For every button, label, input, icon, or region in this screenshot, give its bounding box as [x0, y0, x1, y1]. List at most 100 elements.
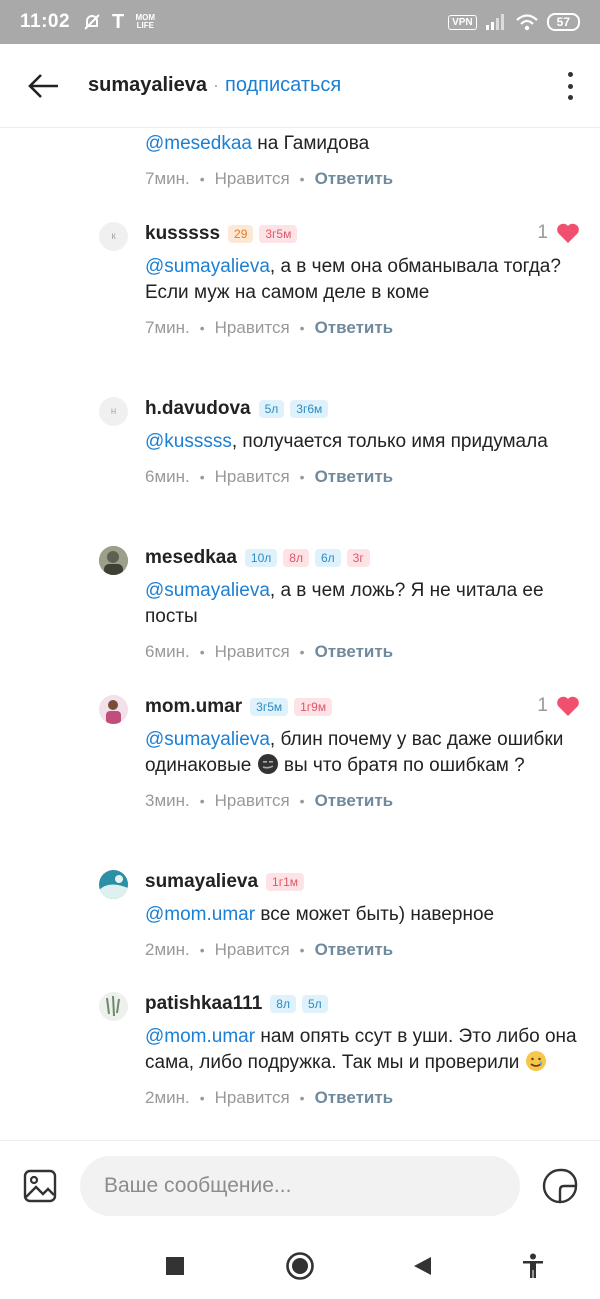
avatar-photo-icon — [99, 546, 128, 575]
vpn-icon: VPN — [448, 14, 477, 30]
comment-text: @mesedkaa на Гамидова — [145, 133, 370, 154]
comment-time: 7мин. — [145, 169, 190, 188]
comment-time: 6мин. — [145, 467, 190, 486]
status-badge: 8л — [283, 549, 309, 567]
comment-username[interactable]: h.davudova — [145, 398, 251, 420]
comment-item: sumayalieva 1г1м @mom.umar все может быт… — [99, 870, 590, 960]
image-icon — [23, 1169, 57, 1202]
system-nav-bar — [0, 1230, 600, 1299]
back-triangle-icon — [414, 1257, 431, 1275]
mention-link[interactable]: @kusssss — [145, 431, 232, 452]
reply-button[interactable]: Ответить — [315, 1088, 394, 1108]
status-badge: 3г6м — [290, 400, 329, 418]
comment-username[interactable]: kusssss — [145, 223, 220, 245]
status-time: 11:02 — [20, 11, 71, 32]
comment-item: patishkaa111 8л 5л @mom.umar нам опять с… — [99, 992, 590, 1108]
comment-text: @kusssss, получается только имя придумал… — [145, 431, 548, 452]
status-bar: 11:02 T MOM LIFE VPN 57 — [0, 0, 600, 44]
mention-link[interactable]: @mom.umar — [145, 904, 255, 925]
like-counter[interactable]: 1 — [537, 222, 580, 244]
comment-time: 3мин. — [145, 791, 190, 810]
mom-life-icon: MOM LIFE — [135, 13, 156, 30]
comment-meta: 7мин. • Нравится • Ответить — [145, 318, 394, 338]
status-badge: 3г — [346, 549, 370, 567]
comment-username[interactable]: mom.umar — [145, 696, 242, 718]
reply-button[interactable]: Ответить — [315, 467, 394, 487]
mention-link[interactable]: @sumayalieva — [145, 580, 270, 601]
like-button[interactable]: Нравится — [215, 169, 290, 189]
mention-link[interactable]: @sumayalieva — [145, 729, 270, 750]
status-badge: 8л — [270, 995, 296, 1013]
back-button[interactable] — [0, 44, 88, 128]
tear-smile-emoji-icon — [525, 1051, 546, 1071]
comment-time: 7мин. — [145, 318, 190, 337]
message-composer — [0, 1140, 600, 1230]
battery-icon: 57 — [546, 13, 580, 31]
comment-text: @mom.umar все может быть) наверное — [145, 904, 495, 925]
comment-meta: 6мин. • Нравится • Ответить — [145, 642, 394, 662]
avatar[interactable]: к — [99, 222, 128, 251]
like-button[interactable]: Нравится — [215, 467, 290, 487]
heart-icon[interactable] — [556, 222, 580, 244]
comment-username[interactable]: sumayalieva — [145, 871, 258, 893]
reply-button[interactable]: Ответить — [315, 169, 394, 189]
comment-item: @mesedkaa на Гамидова 7мин. • Нравится • О… — [100, 131, 590, 189]
status-badge: 29 — [228, 225, 254, 243]
recents-button[interactable] — [157, 1248, 193, 1284]
avatar-photo-icon — [99, 870, 128, 899]
comment-meta: 6мин. • Нравится • Ответить — [145, 467, 394, 487]
like-count: 1 — [537, 222, 548, 243]
header-username[interactable]: sumayalieva — [88, 74, 207, 97]
like-button[interactable]: Нравится — [215, 1088, 290, 1108]
smirk-emoji-icon — [257, 754, 278, 774]
like-counter[interactable]: 1 — [537, 695, 580, 717]
subscribe-button[interactable]: подписаться — [225, 74, 341, 97]
comment-item: к kusssss 29 3г5м @sumayalieva, а в чем … — [99, 222, 590, 338]
avatar[interactable]: н — [99, 397, 128, 426]
comment-time: 6мин. — [145, 642, 190, 661]
comment-text: @sumayalieva, а в чем ложь? Я не читала … — [145, 580, 544, 627]
comment-text: @sumayalieva, блин почему у вас даже оши… — [145, 729, 564, 776]
mention-link[interactable]: @mom.umar — [145, 1026, 255, 1047]
sticker-button[interactable] — [520, 1141, 600, 1231]
comments-feed[interactable]: @mesedkaa на Гамидова 7мин. • Нравится • О… — [0, 128, 600, 1140]
mention-link[interactable]: @sumayalieva — [145, 256, 270, 277]
sticker-icon — [542, 1168, 578, 1203]
heart-icon[interactable] — [556, 695, 580, 717]
avatar[interactable] — [99, 695, 128, 724]
comment-username[interactable]: patishkaa111 — [145, 993, 262, 1015]
system-back-button[interactable] — [404, 1248, 440, 1284]
like-button[interactable]: Нравится — [215, 940, 290, 960]
like-button[interactable]: Нравится — [215, 791, 290, 811]
mention-link[interactable]: @mesedkaa — [145, 133, 252, 154]
reply-button[interactable]: Ответить — [315, 642, 394, 662]
reply-button[interactable]: Ответить — [315, 791, 394, 811]
back-arrow-icon — [28, 73, 58, 98]
status-badge: 3г5м — [259, 225, 298, 243]
attach-image-button[interactable] — [0, 1141, 80, 1231]
comment-meta: 7мин. • Нравится • Ответить — [145, 169, 394, 189]
avatar-photo-icon — [99, 695, 128, 724]
reply-button[interactable]: Ответить — [315, 318, 394, 338]
home-button[interactable] — [282, 1248, 318, 1284]
comment-text: @mom.umar нам опять ссут в уши. Это либо… — [145, 1026, 577, 1073]
like-button[interactable]: Нравится — [215, 642, 290, 662]
comment-username[interactable]: mesedkaa — [145, 547, 237, 569]
like-button[interactable]: Нравится — [215, 318, 290, 338]
reply-button[interactable]: Ответить — [315, 940, 394, 960]
stop-icon — [166, 1257, 184, 1275]
status-badge: 1г9м — [294, 698, 333, 716]
message-input[interactable] — [80, 1155, 520, 1216]
wifi-icon — [515, 14, 538, 31]
accessibility-button[interactable] — [515, 1248, 551, 1284]
avatar[interactable] — [99, 992, 128, 1021]
avatar[interactable] — [99, 870, 128, 899]
home-icon — [286, 1252, 314, 1280]
comment-item: mom.umar 3г5м 1г9м @sumayalieva, блин по… — [99, 695, 590, 811]
avatar-photo-icon — [99, 992, 128, 1021]
status-badge: 10л — [244, 549, 278, 567]
avatar[interactable] — [99, 546, 128, 575]
status-badge: 1г1м — [266, 873, 305, 891]
accessibility-icon — [523, 1253, 543, 1278]
more-vertical-icon[interactable] — [564, 72, 576, 100]
